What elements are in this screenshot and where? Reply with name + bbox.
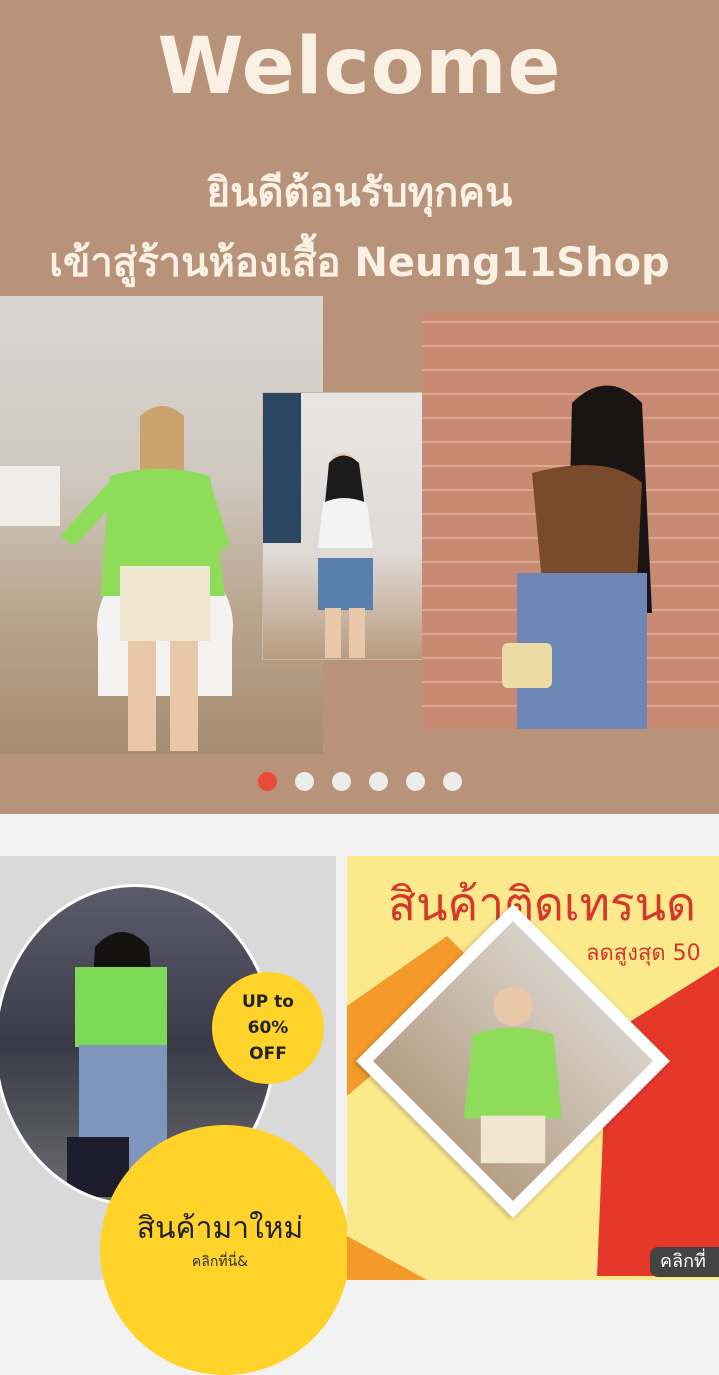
trending-title: สินค้าติดเทรนด xyxy=(388,877,696,931)
badge-line-3: OFF xyxy=(249,1044,287,1064)
carousel-dot-5[interactable] xyxy=(405,772,425,791)
trending-subtitle: ลดสูงสุด 50 xyxy=(586,941,701,966)
welcome-subtitle: ยินดีต้อนรับทุกคน xyxy=(206,170,513,216)
welcome-title: Welcome xyxy=(157,22,562,112)
model-photo-brown-top xyxy=(422,313,719,729)
new-arrivals-title: สินค้ามาใหม่ xyxy=(136,1211,304,1246)
new-arrivals-link[interactable]: คลิกที่นี่& xyxy=(110,1251,330,1273)
click-here-button[interactable]: คลิกที่ xyxy=(650,1247,719,1277)
hero-banner[interactable]: Welcome ยินดีต้อนรับทุกคน เข้าสู่ร้านห้อ… xyxy=(0,0,719,814)
carousel-dot-2[interactable] xyxy=(294,772,314,791)
carousel-dot-1[interactable] xyxy=(257,772,277,791)
carousel-dot-6[interactable] xyxy=(442,772,462,791)
discount-badge: UP to 60% OFF xyxy=(212,972,324,1084)
carousel-indicators xyxy=(0,772,719,791)
carousel-dot-4[interactable] xyxy=(368,772,388,791)
badge-line-2: 60% xyxy=(247,1018,289,1038)
model-photo-white-top xyxy=(262,392,424,660)
shop-name-line: เข้าสู่ร้านห้องเสื้อ Neung11Shop xyxy=(49,240,670,286)
badge-line-1: UP to xyxy=(242,992,294,1012)
carousel-dot-3[interactable] xyxy=(331,772,351,791)
